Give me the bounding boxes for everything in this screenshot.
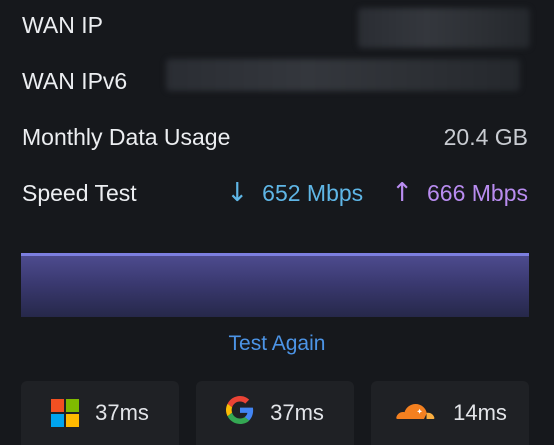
download-speed: ↓ 652 Mbps — [226, 178, 363, 208]
cloudflare-icon — [393, 398, 437, 428]
microsoft-icon — [51, 399, 80, 427]
speed-test-row: Speed Test ↓ 652 Mbps ↑ 666 Mbps — [22, 173, 528, 213]
arrow-down-icon: ↓ — [226, 178, 249, 208]
monthly-usage-label: Monthly Data Usage — [22, 123, 231, 150]
upload-speed: ↑ 666 Mbps — [391, 178, 528, 208]
latency-tile-microsoft: 37ms — [21, 381, 179, 445]
monthly-usage-row: Monthly Data Usage 20.4 GB — [22, 117, 528, 157]
latency-value: 37ms — [95, 400, 149, 425]
wan-status-panel: WAN IP WAN IPv6 Monthly Data Usage 20.4 … — [0, 0, 554, 445]
wan-ipv6-value-redacted — [166, 59, 520, 91]
latency-tiles: 37ms 37ms 14ms — [21, 381, 529, 445]
latency-value: 37ms — [270, 400, 324, 425]
wan-ipv6-label: WAN IPv6 — [22, 67, 128, 94]
arrow-up-icon: ↑ — [391, 178, 413, 208]
google-icon — [226, 396, 254, 430]
speed-test-graph — [21, 253, 529, 317]
latency-tile-cloudflare: 14ms — [371, 381, 529, 445]
latency-tile-google: 37ms — [196, 381, 354, 445]
speed-test-label: Speed Test — [22, 179, 137, 206]
latency-value: 14ms — [453, 400, 507, 425]
wan-ip-label: WAN IP — [22, 11, 103, 38]
speed-test-results: ↓ 652 Mbps ↑ 666 Mbps — [226, 178, 528, 208]
monthly-usage-value: 20.4 GB — [443, 123, 528, 150]
test-again-button[interactable]: Test Again — [0, 332, 554, 356]
wan-ip-value-redacted — [358, 8, 530, 48]
upload-speed-value: 666 Mbps — [426, 179, 528, 206]
download-speed-value: 652 Mbps — [262, 179, 364, 206]
